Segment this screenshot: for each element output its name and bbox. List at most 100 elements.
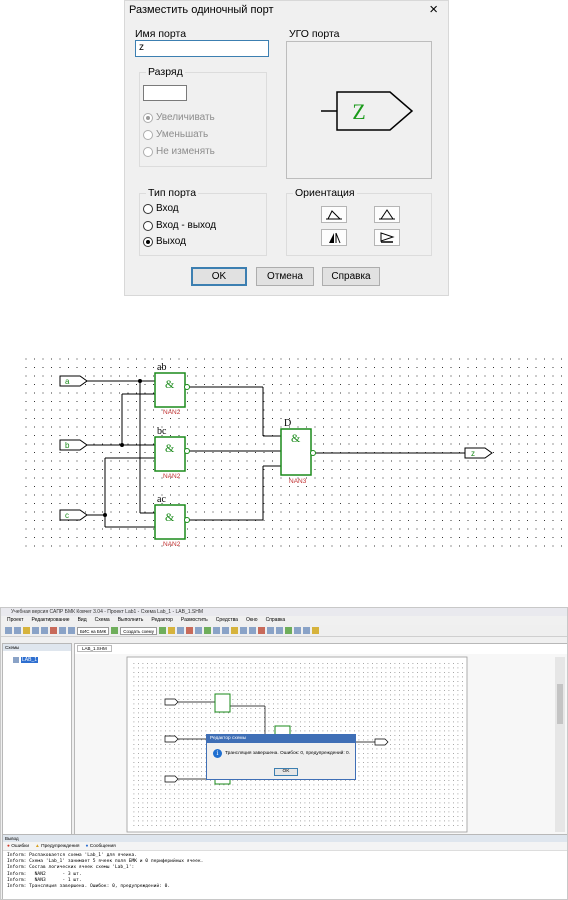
gate-label: bc [157,426,167,437]
menu-edit[interactable]: Редактирование [31,616,69,625]
port-type-group-title: Тип порта [146,187,199,199]
help-button[interactable]: Справка [322,267,380,286]
undo-icon[interactable] [5,627,12,634]
orient-right-button[interactable] [374,229,400,246]
help-icon[interactable] [311,627,319,634]
save-icon[interactable] [59,627,66,634]
port-c-label: c [65,511,69,520]
place-port-dialog: Разместить одиночный порт × Имя порта z … [124,0,449,296]
menu-run[interactable]: Выполнить [118,616,144,625]
menu-project[interactable]: Проект [7,616,23,625]
mirror-icon[interactable] [275,627,283,634]
ugo-preview: Z [286,41,432,179]
radio-inout[interactable]: Вход - выход [143,220,216,231]
orient-down-icon [329,232,341,244]
radio-dot [143,129,153,140]
gate-symbol: & [165,441,175,455]
ok-button[interactable]: OK [191,267,247,286]
toolbar: БИС на БМК Создать схему [1,625,567,637]
select-icon[interactable] [230,627,238,634]
radio-dot [143,112,153,123]
schemes-panel-title: Схемы [3,644,71,651]
cancel-button[interactable]: Отмена [256,267,314,286]
info-icon: i [213,749,222,758]
settings-icon[interactable] [194,627,202,634]
run-icon[interactable] [176,627,184,634]
menu-editor[interactable]: Редактор [151,616,173,625]
delete-icon[interactable] [257,627,265,634]
radio-output[interactable]: Выход [143,236,186,247]
menu-window[interactable]: Окно [246,616,258,625]
build-icon[interactable] [167,627,175,634]
port-name-input[interactable]: z [135,40,269,57]
scheme-icon[interactable] [111,627,119,634]
copy-icon[interactable] [32,627,39,634]
menu-scheme[interactable]: Схема [95,616,110,625]
print-icon[interactable] [50,627,57,634]
output-log: Inform: Распаковается схема 'Lab_1' для … [3,851,567,892]
zoom-out-icon[interactable] [221,627,229,634]
gate-type: NAN3 [289,478,307,485]
radio-decrease[interactable]: Уменьшать [143,129,208,140]
port-icon[interactable] [248,627,256,634]
tab-lab1-shm[interactable]: LAB_1.SHM [77,645,112,652]
radio-label: Уменьшать [156,129,209,140]
orient-left-button[interactable] [321,206,347,223]
menu-help[interactable]: Справка [266,616,286,625]
message-dialog-title: Редактор схемы [207,735,355,743]
zoom-in-icon[interactable] [212,627,220,634]
info-small-icon: ● [85,844,89,849]
dialog-title: Разместить одиночный порт [129,4,274,16]
stop-icon[interactable] [185,627,193,634]
radio-label: Не изменять [156,146,215,157]
bmk-select[interactable]: БИС на БМК [77,626,110,635]
search-icon[interactable] [302,627,310,634]
bit-group-title: Разряд [146,66,185,78]
radio-dot [143,146,153,157]
warning-icon: ▲ [35,844,40,849]
orient-down-button[interactable] [321,229,347,246]
radio-label: Вход [156,203,179,214]
radio-input[interactable]: Вход [143,203,179,214]
message-ok-button[interactable]: OK [274,768,298,776]
error-icon: ● [7,844,10,849]
port-name-label: Имя порта [135,28,187,40]
message-dialog: Редактор схемы i Трансляция завершена. О… [206,734,356,780]
close-icon[interactable]: × [429,1,438,19]
radio-dot [143,203,153,214]
output-tabs: ● Ошибки ▲ Предупреждения ● Сообщения [3,842,567,851]
radio-dot [143,236,153,247]
tab-errors[interactable]: ● Ошибки [7,842,29,850]
menu-bar: Проект Редактирование Вид Схема Выполнит… [1,616,567,625]
tree-item-lab1[interactable]: LAB_1 [13,657,39,663]
add-icon[interactable] [158,627,166,634]
open-icon[interactable] [68,627,75,634]
radio-dot [143,220,153,231]
gate-label: D [284,418,291,429]
orientation-group: Ориентация [286,187,432,256]
wire-icon[interactable] [239,627,247,634]
menu-tools[interactable]: Средства [216,616,238,625]
paste-icon[interactable] [41,627,48,634]
redo-icon[interactable] [14,627,21,634]
rotate-icon[interactable] [266,627,274,634]
menu-view[interactable]: Вид [78,616,87,625]
tab-messages[interactable]: ● Сообщения [86,842,116,850]
orient-up-button[interactable] [374,206,400,223]
radio-label: Увеличивать [156,112,215,123]
gate-symbol: & [165,510,175,524]
grid-icon[interactable] [284,627,292,634]
menu-layout[interactable]: Размостить [181,616,208,625]
gate-type: NAN2 [163,409,181,416]
tree-item-label: LAB_1 [21,657,39,663]
tab-warnings[interactable]: ▲ Предупреждения [35,842,79,850]
radio-no-change[interactable]: Не изменять [143,146,215,157]
radio-label: Вход - выход [156,220,217,231]
create-scheme-button[interactable]: Создать схему [120,626,157,635]
check-icon[interactable] [203,627,211,634]
fit-icon[interactable] [293,627,301,634]
cut-icon[interactable] [23,627,30,634]
radio-increase[interactable]: Увеличивать [143,112,215,123]
app-title-bar: Учебная версия САПР БМК Ковчег 3.04 - Пр… [1,608,567,616]
bit-input[interactable] [143,85,187,101]
